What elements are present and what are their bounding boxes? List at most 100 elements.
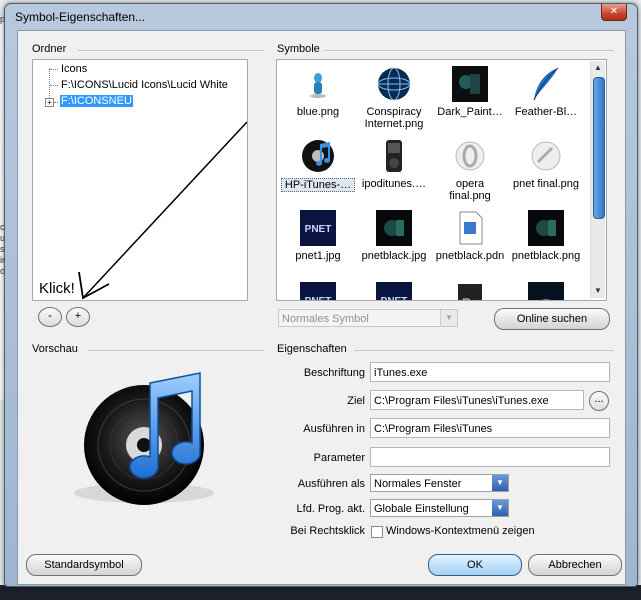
caption-input[interactable]: iTunes.exe: [370, 362, 610, 382]
symbol-item[interactable]: PNET pnet1.jpg: [281, 210, 355, 262]
symbols-label: Symbole: [277, 43, 320, 55]
context-menu-checkbox[interactable]: [371, 526, 383, 538]
feather-icon: [528, 66, 564, 102]
icon-size-select[interactable]: Normales Symbol ▼: [278, 309, 458, 327]
folder-tree[interactable]: Icons F:\ICONS\Lucid Icons\Lucid White +…: [32, 59, 248, 301]
symbol-item[interactable]: PNET: [281, 282, 355, 301]
dialog-window: Symbol-Eigenschaften... ✕ Ordner Icons F…: [4, 3, 638, 587]
itunes-icon: [300, 138, 336, 174]
close-icon: ✕: [609, 6, 619, 17]
chevron-down-icon: ▼: [440, 310, 457, 326]
symbol-item[interactable]: [509, 282, 583, 300]
chevron-down-icon: ▼: [492, 500, 508, 516]
symbol-item[interactable]: Conspiracy Internet.png: [357, 66, 431, 130]
prog-label: Lfd. Prog. akt.: [296, 503, 365, 515]
symbol-item[interactable]: pnetblack.jpg: [357, 210, 431, 262]
close-button[interactable]: ✕: [601, 4, 627, 21]
runas-label: Ausführen als: [297, 478, 365, 490]
scroll-up-icon[interactable]: ▲: [591, 61, 605, 75]
default-symbol-button[interactable]: Standardsymbol: [26, 554, 142, 576]
scroll-down-icon[interactable]: ▼: [591, 284, 605, 298]
symbol-item[interactable]: Dark_Paint…: [433, 66, 507, 118]
browse-button[interactable]: ...: [589, 391, 609, 411]
symbol-item-label: pnet final.png: [512, 178, 580, 190]
pnet-icon: PNET: [300, 210, 336, 246]
runas-value: Normales Fenster: [374, 478, 462, 490]
prog-value: Globale Einstellung: [374, 503, 469, 515]
opera-icon: [452, 138, 488, 174]
svg-text:PNET: PNET: [305, 224, 332, 235]
pnet-final-icon: [528, 138, 564, 174]
rightclick-label: Bei Rechtsklick: [290, 525, 365, 537]
separator: [354, 350, 614, 351]
window-title: Symbol-Eigenschaften...: [15, 10, 146, 24]
ipod-icon: [376, 138, 412, 174]
symbol-item[interactable]: PNET: [357, 282, 431, 301]
globe-icon: [376, 66, 412, 102]
pnet-icon: PNET: [376, 282, 412, 301]
symbol-item[interactable]: ipoditunes.…: [357, 138, 431, 190]
symbol-item-label: HP-iTunes-…: [281, 178, 355, 192]
scroll-thumb[interactable]: [593, 77, 605, 219]
symbol-item[interactable]: Feather-Bl…: [509, 66, 583, 118]
target-label: Ziel: [347, 395, 365, 407]
startin-label: Ausführen in: [303, 423, 365, 435]
symbol-item-label: ipoditunes.…: [361, 178, 427, 190]
separator: [88, 350, 264, 351]
symbol-item-label: Dark_Paint…: [437, 106, 503, 118]
symbols-grid[interactable]: blue.png Conspiracy Internet.png Dark_Pain…: [276, 59, 607, 301]
pdn-file-icon: [452, 210, 488, 246]
runas-select[interactable]: Normales Fenster ▼: [370, 474, 509, 492]
symbol-item[interactable]: pnetblack.png: [509, 210, 583, 262]
dark-icon: [528, 282, 564, 300]
folders-label: Ordner: [32, 43, 67, 55]
dark-paint-icon: [452, 66, 488, 102]
pnetblack-icon: [528, 210, 564, 246]
symbol-item[interactable]: pnetblack.pdn: [433, 210, 507, 262]
remove-folder-button[interactable]: -: [38, 307, 62, 327]
annotation-text: Klick!: [39, 280, 75, 297]
svg-text:Ps: Ps: [462, 295, 478, 301]
dialog-client: Ordner Icons F:\ICONS\Lucid Icons\Lucid …: [17, 30, 626, 585]
symbol-item[interactable]: HP-iTunes-…: [281, 138, 355, 192]
cancel-button[interactable]: Abbrechen: [528, 554, 622, 576]
preview-label: Vorschau: [32, 343, 78, 355]
blue-figure-icon: [300, 66, 336, 102]
symbol-item-label: pnetblack.png: [511, 250, 581, 262]
symbol-item-label: blue.png: [296, 106, 340, 118]
annotation-arrow: [78, 121, 247, 300]
symbol-item-label: pnet1.jpg: [295, 250, 341, 262]
icon-size-value: Normales Symbol: [282, 313, 369, 325]
separator: [78, 50, 264, 51]
online-search-button[interactable]: Online suchen: [494, 308, 610, 330]
symbol-item[interactable]: blue.png: [281, 66, 355, 118]
svg-text:PNET: PNET: [381, 296, 408, 301]
symbol-item-label: pnetblack.pdn: [435, 250, 505, 262]
target-input[interactable]: C:\Program Files\iTunes\iTunes.exe: [370, 390, 584, 410]
pnet-icon: PNET: [300, 282, 336, 301]
symbol-item[interactable]: pnet final.png: [509, 138, 583, 190]
prog-select[interactable]: Globale Einstellung ▼: [370, 499, 509, 517]
chevron-down-icon: ▼: [492, 475, 508, 491]
ok-button[interactable]: OK: [428, 554, 522, 576]
add-folder-button[interactable]: +: [66, 307, 90, 327]
params-label: Parameter: [313, 452, 365, 464]
symbol-item-label: pnetblack.jpg: [361, 250, 427, 262]
startin-input[interactable]: C:\Program Files\iTunes: [370, 418, 610, 438]
background-taskbar: [0, 585, 641, 600]
svg-text:PNET: PNET: [305, 296, 332, 301]
photoshop-icon: Ps: [452, 282, 488, 301]
pnetblack-icon: [376, 210, 412, 246]
params-input[interactable]: [370, 447, 610, 467]
properties-label: Eigenschaften: [277, 343, 347, 355]
caption-label: Beschriftung: [303, 367, 365, 379]
preview-area: [32, 357, 262, 545]
symbol-item[interactable]: Ps: [433, 282, 507, 301]
symbol-item-label: Feather-Bl…: [514, 106, 578, 118]
symbol-item-label: Conspiracy Internet.png: [364, 106, 424, 130]
itunes-large-icon: [74, 372, 214, 505]
context-menu-checkbox-label[interactable]: Windows-Kontextmenü zeigen: [386, 525, 535, 537]
symbol-item[interactable]: opera final.png: [433, 138, 507, 202]
symbol-item-label: opera final.png: [449, 178, 491, 202]
symbols-scrollbar[interactable]: ▲ ▼: [590, 61, 605, 298]
